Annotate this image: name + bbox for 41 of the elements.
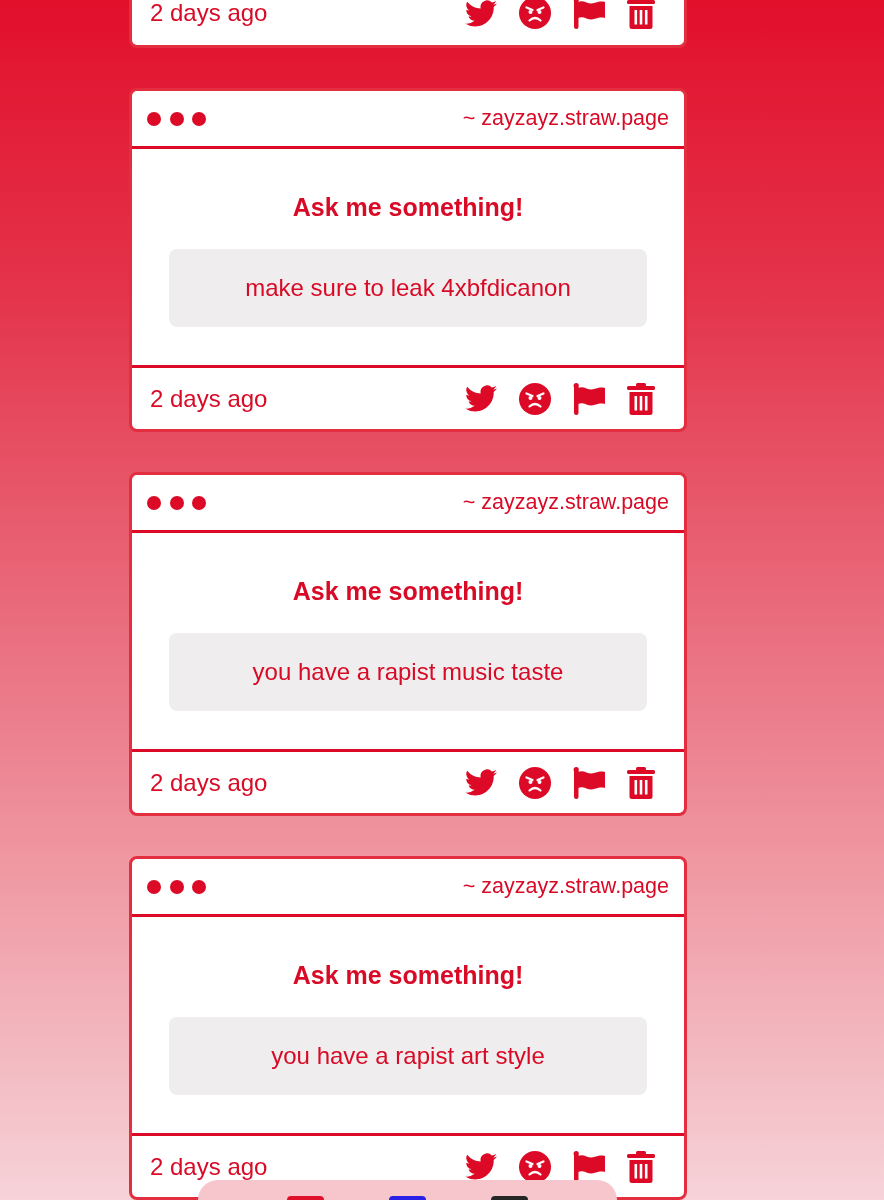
question-panel: make sure to leak 4xbfdicanon (169, 249, 647, 327)
flag-icon[interactable] (573, 1150, 605, 1183)
dot-icon (169, 879, 184, 894)
page-address: ~ zayzayz.straw.page (462, 490, 669, 515)
flag-icon[interactable] (573, 766, 605, 799)
timestamp: 2 days ago (150, 1152, 268, 1181)
bird-icon[interactable] (465, 0, 497, 27)
page-address: ~ zayzayz.straw.page (462, 106, 669, 131)
dot-icon (147, 111, 161, 126)
dot-icon (192, 879, 206, 894)
dot-icon (147, 879, 161, 894)
dot-icon (169, 495, 184, 510)
page-address: ~ zayzayz.straw.page (462, 874, 669, 899)
trash-icon[interactable] (627, 1150, 655, 1183)
trash-icon[interactable] (627, 382, 655, 415)
bird-icon[interactable] (465, 769, 497, 796)
timestamp: 2 days ago (150, 768, 268, 797)
trash-icon[interactable] (627, 0, 655, 29)
flag-icon[interactable] (573, 382, 605, 415)
flag-icon[interactable] (573, 0, 605, 29)
angry-face-icon[interactable] (519, 766, 551, 799)
question-panel: you have a rapist music taste (169, 633, 647, 711)
timestamp: 2 days ago (150, 0, 268, 27)
dot-icon (169, 111, 184, 126)
angry-face-icon[interactable] (519, 0, 551, 29)
tile-icon[interactable] (389, 1196, 426, 1200)
card-title: Ask me something! (292, 961, 524, 989)
angry-face-icon[interactable] (519, 382, 551, 415)
bird-icon[interactable] (465, 385, 497, 412)
tile-icon[interactable] (491, 1196, 528, 1200)
angry-face-icon[interactable] (519, 1150, 551, 1183)
question-panel: you have a rapist art style (169, 1017, 647, 1095)
trash-icon[interactable] (627, 766, 655, 799)
dot-icon (192, 495, 206, 510)
card-title: Ask me something! (292, 577, 524, 605)
dot-icon (192, 111, 206, 126)
tile-icon[interactable] (287, 1196, 324, 1200)
dot-icon (147, 495, 161, 510)
timestamp: 2 days ago (150, 384, 268, 413)
card-title: Ask me something! (292, 193, 524, 221)
bird-icon[interactable] (465, 1153, 497, 1180)
